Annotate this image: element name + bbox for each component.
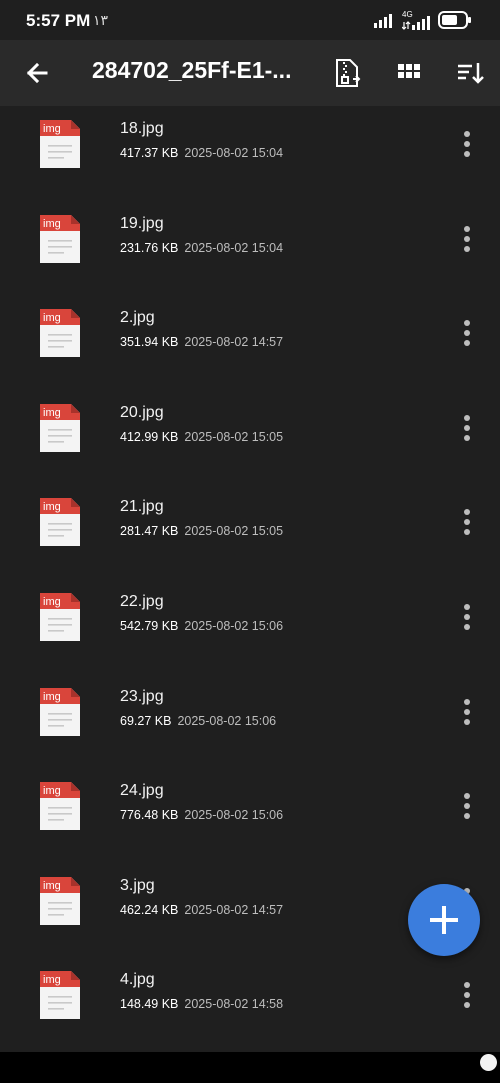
file-row[interactable]: img 18.jpg 417.37 KB 2025-08-02 15:04 [0, 106, 500, 193]
file-type-badge: img [43, 785, 61, 797]
file-row[interactable]: img 2.jpg 351.94 KB 2025-08-02 14:57 [0, 287, 500, 382]
file-meta: 69.27 KB 2025-08-02 15:06 [120, 714, 276, 728]
file-row[interactable]: img 24.jpg 776.48 KB 2025-08-02 15:06 [0, 760, 500, 855]
file-row[interactable]: img 23.jpg 69.27 KB 2025-08-02 15:06 [0, 666, 500, 761]
signal-icon [374, 14, 392, 28]
file-meta: 776.48 KB 2025-08-02 15:06 [120, 808, 283, 822]
file-date: 2025-08-02 15:06 [177, 713, 277, 728]
file-name: 23.jpg [120, 687, 164, 705]
more-options-icon[interactable] [455, 224, 479, 254]
file-date: 2025-08-02 15:04 [184, 240, 284, 255]
file-size: 776.48 KB [120, 808, 179, 823]
file-name: 20.jpg [120, 403, 164, 421]
file-manager-screen: 5:57 PM ١٣ 4G 284702_25Ff-E1-... img 18.… [0, 0, 500, 1083]
more-options-icon[interactable] [455, 413, 479, 443]
file-size: 231.76 KB [120, 240, 179, 255]
file-name: 22.jpg [120, 593, 164, 610]
file-name: 4.jpg [120, 971, 155, 989]
file-name: 3.jpg [120, 876, 155, 894]
back-arrow-icon[interactable] [20, 55, 56, 91]
file-size: 148.49 KB [120, 997, 179, 1012]
folder-title: 284702_25Ff-E1-... [92, 57, 292, 83]
file-date: 2025-08-02 15:04 [184, 146, 284, 160]
file-meta: 542.79 KB 2025-08-02 15:06 [120, 619, 283, 633]
status-time: 5:57 PM [26, 11, 91, 30]
file-type-badge: img [43, 691, 61, 703]
more-options-icon[interactable] [455, 318, 479, 348]
network-label: 4G [402, 10, 413, 19]
file-name: 19.jpg [120, 214, 164, 232]
file-date: 2025-08-02 15:06 [184, 619, 284, 633]
file-meta: 351.94 KB 2025-08-02 14:57 [120, 335, 283, 349]
file-size: 351.94 KB [120, 335, 179, 350]
file-name: 21.jpg [120, 498, 164, 516]
file-date: 2025-08-02 14:57 [184, 902, 284, 917]
status-icons: 4G [374, 10, 472, 30]
file-name: 24.jpg [120, 782, 164, 800]
file-meta: 148.49 KB 2025-08-02 14:58 [120, 997, 283, 1011]
image-file-icon: img [40, 782, 80, 831]
system-nav-bar [0, 1052, 500, 1083]
file-size: 69.27 KB [120, 713, 172, 728]
image-file-icon: img [40, 971, 80, 1020]
file-size: 462.24 KB [120, 902, 179, 917]
image-file-icon: img [40, 403, 80, 452]
image-file-icon: img [40, 498, 80, 547]
file-type-badge: img [43, 880, 61, 892]
plus-icon [430, 906, 458, 934]
file-meta: 417.37 KB 2025-08-02 15:04 [120, 146, 283, 160]
file-size: 417.37 KB [120, 146, 179, 160]
status-bar: 5:57 PM ١٣ 4G [0, 0, 500, 40]
file-date: 2025-08-02 15:06 [184, 808, 284, 823]
file-row[interactable]: img 20.jpg 412.99 KB 2025-08-02 15:05 [0, 382, 500, 477]
file-size: 281.47 KB [120, 524, 179, 539]
file-date: 2025-08-02 14:57 [184, 335, 284, 350]
status-extra: ١٣ [93, 12, 109, 28]
file-row[interactable]: img 21.jpg 281.47 KB 2025-08-02 15:05 [0, 476, 500, 571]
more-options-icon[interactable] [455, 129, 479, 159]
file-date: 2025-08-02 15:05 [184, 429, 284, 444]
image-file-icon: img [40, 309, 80, 358]
image-file-icon: img [40, 876, 80, 925]
image-file-icon: img [40, 593, 80, 641]
battery-icon [438, 11, 471, 29]
file-name: 2.jpg [120, 309, 155, 327]
file-type-badge: img [43, 407, 61, 419]
file-date: 2025-08-02 14:58 [184, 997, 284, 1012]
more-options-icon[interactable] [455, 980, 479, 1010]
image-file-icon: img [40, 687, 80, 736]
app-bar: 284702_25Ff-E1-... [0, 40, 500, 106]
more-options-icon[interactable] [455, 507, 479, 537]
file-type-badge: img [43, 596, 61, 608]
file-date: 2025-08-02 15:05 [184, 524, 284, 539]
file-type-badge: img [43, 501, 61, 513]
file-type-badge: img [43, 218, 61, 230]
file-size: 412.99 KB [120, 429, 179, 444]
file-row[interactable]: img 19.jpg 231.76 KB 2025-08-02 15:04 [0, 193, 500, 288]
grid-view-icon[interactable] [393, 57, 425, 89]
file-row[interactable]: img 22.jpg 542.79 KB 2025-08-02 15:06 [0, 571, 500, 666]
file-meta: 462.24 KB 2025-08-02 14:57 [120, 903, 283, 917]
file-type-badge: img [43, 974, 61, 986]
nav-home-indicator[interactable] [480, 1054, 497, 1071]
zip-archive-icon[interactable] [331, 57, 363, 89]
file-size: 542.79 KB [120, 619, 179, 633]
file-row[interactable]: img 4.jpg 148.49 KB 2025-08-02 14:58 [0, 949, 500, 1044]
file-meta: 412.99 KB 2025-08-02 15:05 [120, 430, 283, 444]
file-meta: 281.47 KB 2025-08-02 15:05 [120, 524, 283, 538]
signal-4g-icon: 4G [402, 10, 430, 30]
sort-icon[interactable] [454, 57, 486, 89]
add-button[interactable] [408, 884, 480, 956]
file-type-badge: img [43, 123, 61, 135]
more-options-icon[interactable] [455, 602, 479, 632]
file-meta: 231.76 KB 2025-08-02 15:04 [120, 241, 283, 255]
image-file-icon: img [40, 214, 80, 263]
file-type-badge: img [43, 312, 61, 324]
more-options-icon[interactable] [455, 697, 479, 727]
image-file-icon: img [40, 120, 80, 168]
file-name: 18.jpg [120, 120, 164, 137]
more-options-icon[interactable] [455, 791, 479, 821]
